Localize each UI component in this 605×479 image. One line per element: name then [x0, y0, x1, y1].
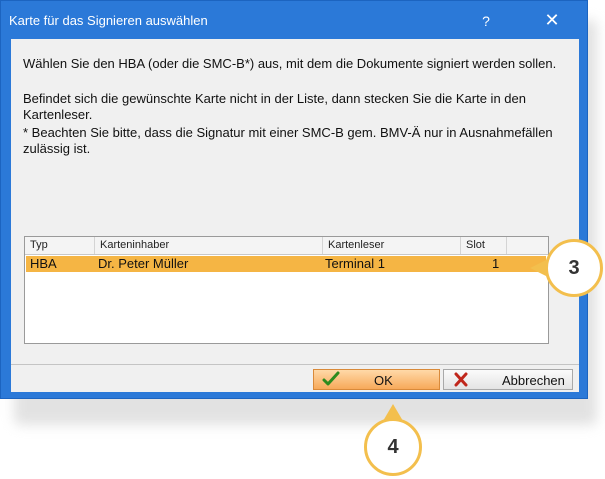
help-button[interactable]: ?: [471, 9, 501, 33]
ok-button-label: OK: [374, 373, 393, 388]
table-row[interactable]: HBA Dr. Peter Müller Terminal 1 1: [26, 256, 546, 272]
table-header: Typ Karteninhaber Kartenleser Slot: [25, 237, 548, 255]
ok-button[interactable]: OK: [313, 369, 440, 390]
screenshot-stage: Karte für das Signieren auswählen ? ✕ Wä…: [0, 0, 605, 479]
cancel-button[interactable]: Abbrechen: [443, 369, 573, 390]
close-button[interactable]: ✕: [535, 8, 569, 32]
instruction-text: Wählen Sie den HBA (oder die SMC-B*) aus…: [23, 56, 557, 71]
cell-karteninhaber: Dr. Peter Müller: [98, 256, 189, 271]
cell-slot: 1: [492, 256, 500, 271]
checkmark-icon: [322, 371, 340, 386]
column-header-slot[interactable]: Slot: [461, 237, 507, 254]
column-header-karteninhaber[interactable]: Karteninhaber: [95, 237, 323, 254]
button-bar: OK Abbrechen: [11, 364, 579, 392]
card-select-dialog: Karte für das Signieren auswählen ? ✕ Wä…: [0, 0, 588, 399]
column-header-kartenleser[interactable]: Kartenleser: [323, 237, 461, 254]
column-header-typ[interactable]: Typ: [25, 237, 95, 254]
smcb-note: * Beachten Sie bitte, dass die Signatur …: [23, 125, 553, 156]
cancel-button-label: Abbrechen: [502, 373, 565, 388]
step-callout-4: 4: [364, 418, 422, 476]
cancel-x-icon: [454, 372, 468, 387]
cell-typ: HBA: [30, 256, 57, 271]
card-reader-hint: Befindet sich die gewünschte Karte nicht…: [23, 91, 526, 122]
step-callout-3: 3: [545, 239, 603, 297]
card-list-table[interactable]: Typ Karteninhaber Kartenleser Slot HBA D…: [24, 236, 549, 344]
window-title: Karte für das Signieren auswählen: [9, 13, 208, 28]
cell-kartenleser: Terminal 1: [325, 256, 385, 271]
dialog-content: Wählen Sie den HBA (oder die SMC-B*) aus…: [11, 39, 579, 392]
title-bar[interactable]: Karte für das Signieren auswählen ? ✕: [1, 1, 587, 39]
